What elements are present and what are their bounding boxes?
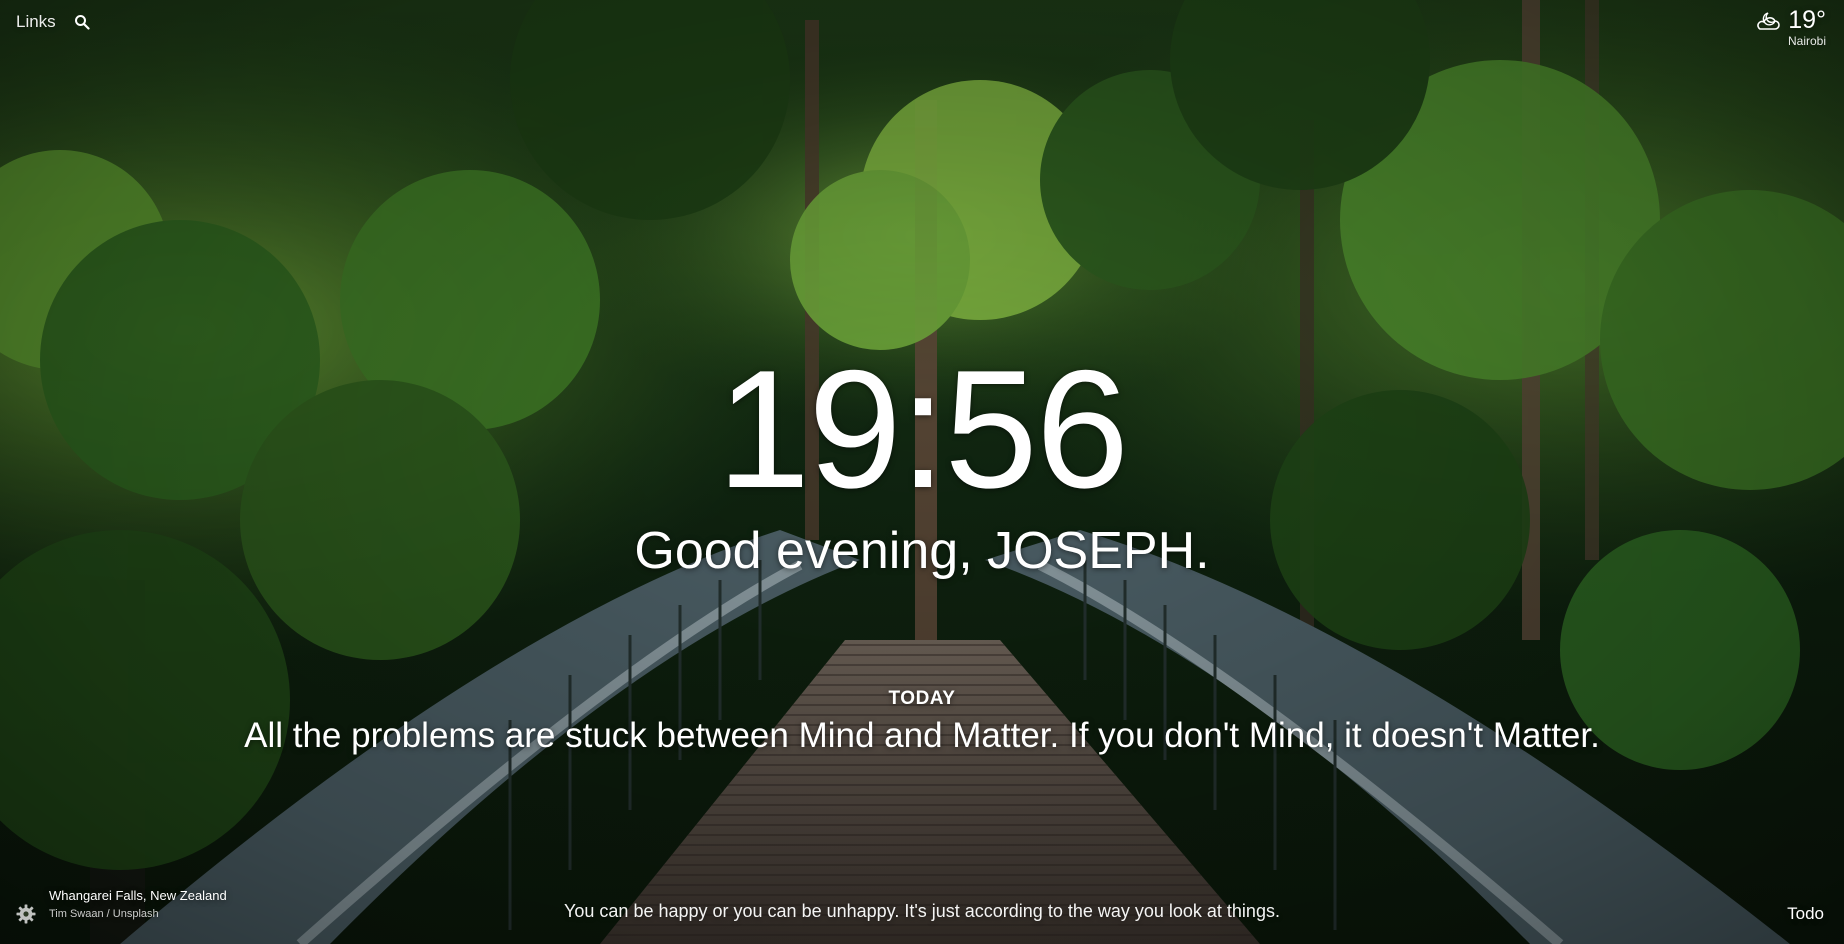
focus-text[interactable]: All the problems are stuck between Mind … <box>0 718 1844 753</box>
todo-button[interactable]: Todo <box>1787 904 1824 924</box>
top-left-nav: Links <box>16 12 90 32</box>
weather-location: Nairobi <box>1787 34 1826 48</box>
focus-label: TODAY <box>888 688 956 709</box>
greeting[interactable]: Good evening, JOSEPH. <box>0 525 1844 577</box>
dashboard: Links 19° Nairobi 19:56 Good evening, JO… <box>0 0 1844 944</box>
weather-row: 19° <box>1754 6 1826 35</box>
links-button[interactable]: Links <box>16 12 56 32</box>
daily-quote[interactable]: You can be happy or you can be unhappy. … <box>0 901 1844 922</box>
cloud-moon-icon <box>1754 9 1782 33</box>
search-icon[interactable] <box>74 14 90 30</box>
weather-widget[interactable]: 19° Nairobi <box>1754 6 1826 48</box>
clock: 19:56 <box>716 335 1129 523</box>
temperature: 19° <box>1788 6 1826 34</box>
